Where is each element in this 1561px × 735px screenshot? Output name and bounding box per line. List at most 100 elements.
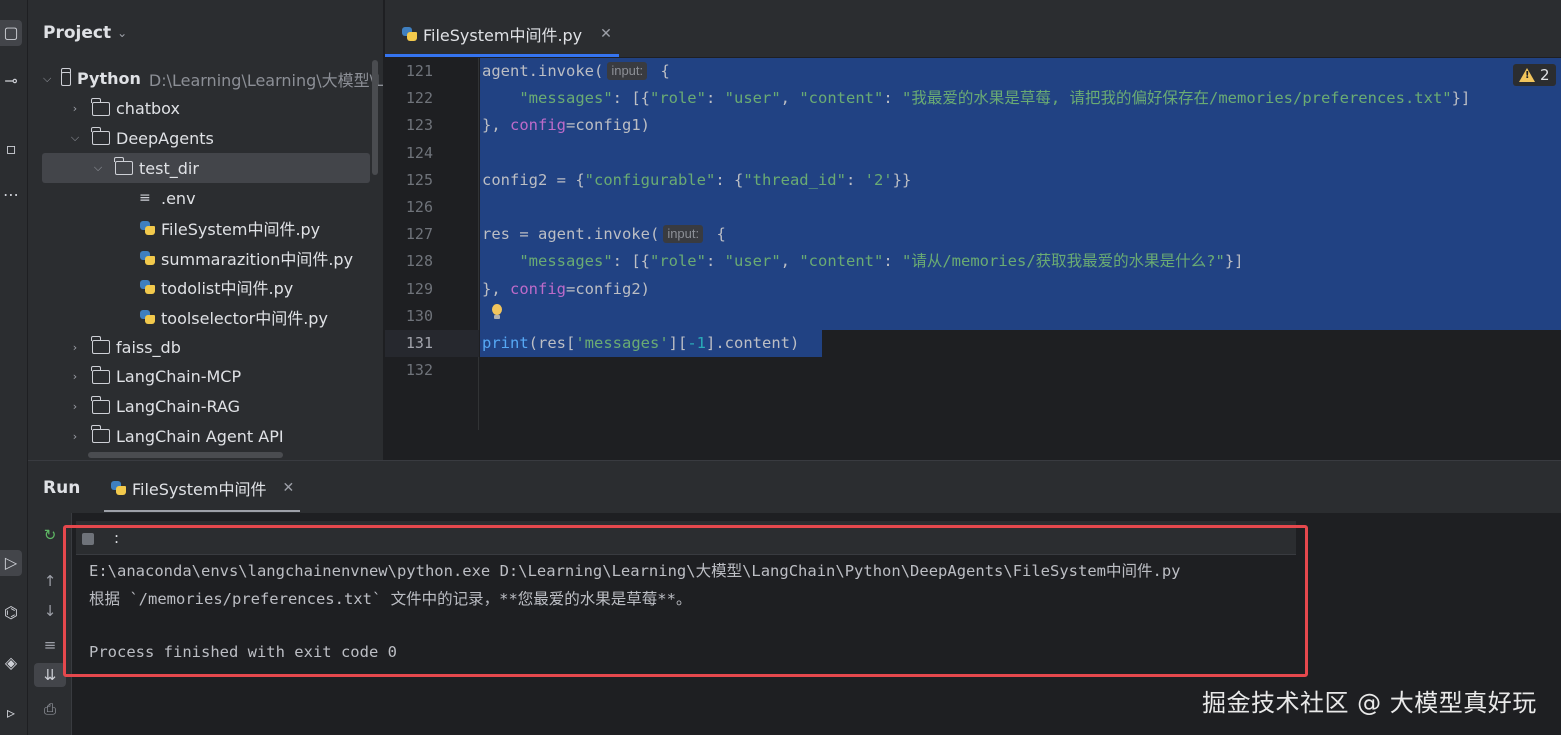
line-number: 124 <box>405 143 433 162</box>
chevron-down-icon[interactable]: ⌵ <box>68 131 82 145</box>
project-title[interactable]: Project ⌄ <box>43 22 127 44</box>
project-icon[interactable]: ▢ <box>0 20 22 46</box>
editor-bottom-area <box>385 430 1561 460</box>
tree-item[interactable]: ⌵ DeepAgents <box>28 124 383 154</box>
structure-icon[interactable]: ▫ <box>0 136 22 162</box>
tree-item-label: LangChain Agent API <box>116 426 284 446</box>
chevron-right-icon[interactable]: › <box>68 370 82 383</box>
run-tab-filesystem[interactable]: FileSystem中间件 ✕ <box>104 466 300 510</box>
tree-item-label: faiss_db <box>116 337 181 357</box>
tree-item[interactable]: › LangChain-RAG <box>28 392 383 422</box>
editor: FileSystem中间件.py ✕ 121 122 123 124 125 126 127… <box>385 0 1561 460</box>
chevron-down-icon[interactable]: ⌵ <box>91 161 105 175</box>
close-icon[interactable]: ✕ <box>282 480 294 496</box>
run-header: Run FileSystem中间件 ✕ <box>28 461 1561 513</box>
python-file-icon <box>139 279 155 295</box>
warnings-badge[interactable]: 2 <box>1513 64 1556 86</box>
tree-item-label: Python <box>77 69 141 89</box>
folder-icon <box>91 425 110 444</box>
commit-icon[interactable]: ⊸ <box>0 68 22 94</box>
activity-bar: ▢ ⊸ ▫ ⋯ ▷ ⌬ ◈ ▹ <box>0 0 28 735</box>
chevron-right-icon[interactable]: › <box>68 341 82 354</box>
line-number: 132 <box>405 361 433 380</box>
tree-item-label: .env <box>161 188 196 208</box>
line-number: 127 <box>405 225 433 244</box>
python-file-icon <box>139 309 155 325</box>
line-number: 122 <box>405 89 433 108</box>
tree-item[interactable]: ⌵ test_dir <box>42 153 370 184</box>
console-line: 根据 `/memories/preferences.txt` 文件中的记录，**… <box>89 590 692 608</box>
vertical-scrollbar[interactable] <box>372 60 378 175</box>
editor-tab-filesystem[interactable]: FileSystem中间件.py ✕ <box>385 12 619 56</box>
code-line-128: "messages": [{"role": "user", "content":… <box>519 252 1244 271</box>
line-number: 123 <box>405 116 433 135</box>
horizontal-scrollbar[interactable] <box>88 452 283 458</box>
code-line-127: res = agent.invoke(input: { <box>482 225 726 244</box>
folder-icon <box>91 395 110 414</box>
code-line-129: }, config=config2) <box>482 279 650 298</box>
folder-icon <box>91 365 110 384</box>
project-tree: ⌵ Python D:\Learning\Learning\大模型\L › chatbo… <box>28 64 384 452</box>
close-icon[interactable]: ✕ <box>600 26 612 42</box>
code-line-131: print(res['messages'][-1].content) <box>482 334 800 352</box>
tree-item[interactable]: ›≡.env <box>28 183 383 213</box>
tree-item[interactable]: › LangChain Agent API <box>28 422 383 452</box>
tree-item-label: toolselector中间件.py <box>161 309 328 329</box>
active-run-tab-indicator <box>104 510 300 512</box>
console-line: Process finished with exit code 0 <box>89 643 397 661</box>
inlay-hint: input: <box>607 62 648 80</box>
console-line: E:\anaconda\envs\langchainenvnew\python.… <box>89 562 1181 580</box>
rerun-icon[interactable]: ↻ <box>34 523 66 547</box>
tree-item-label: LangChain-MCP <box>116 367 242 387</box>
tree-item[interactable]: ›FileSystem中间件.py <box>28 213 383 243</box>
terminal-icon[interactable]: ▹ <box>0 700 22 726</box>
folder-icon <box>114 157 133 176</box>
console-toolbar: : <box>76 521 1296 555</box>
folder-icon <box>91 336 110 355</box>
chevron-right-icon[interactable]: › <box>68 400 82 413</box>
line-number: 126 <box>405 198 433 216</box>
arrow-up-icon[interactable]: ↑ <box>34 569 66 593</box>
stop-icon[interactable] <box>82 533 94 545</box>
scroll-to-end-icon[interactable]: ⇊ <box>34 663 66 687</box>
active-tab-indicator <box>385 54 619 57</box>
more-icon[interactable]: ⋯ <box>0 182 22 208</box>
folder-icon <box>91 127 110 146</box>
tree-item[interactable]: ⌵ Python D:\Learning\Learning\大模型\L <box>28 64 384 94</box>
tree-item[interactable]: › faiss_db <box>28 332 383 362</box>
tree-item[interactable]: ›toolselector中间件.py <box>28 302 383 332</box>
editor-tabbar: FileSystem中间件.py ✕ <box>385 0 1561 58</box>
soft-wrap-icon[interactable]: ≡ <box>34 633 66 657</box>
tree-root-path: D:\Learning\Learning\大模型\L <box>148 70 384 90</box>
run-toolbar: ↻ ↑ ↓ ≡ ⇊ ⎙ <box>28 513 72 735</box>
tree-item-label: todolist中间件.py <box>161 279 294 299</box>
tree-item-label: summarazition中间件.py <box>161 249 354 269</box>
line-number: 125 <box>405 170 433 189</box>
code-line-121: agent.invoke(input: { <box>482 62 670 80</box>
tree-item[interactable]: › chatbox <box>28 94 383 124</box>
line-number: 131 <box>405 334 433 352</box>
print-icon[interactable]: ⎙ <box>34 697 66 721</box>
lightbulb-icon[interactable] <box>490 303 504 321</box>
tree-item-label: test_dir <box>139 158 199 178</box>
chevron-right-icon[interactable]: › <box>68 430 82 443</box>
python-packages-icon[interactable]: ⌬ <box>0 600 22 626</box>
chevron-right-icon[interactable]: › <box>68 102 82 115</box>
run-title: Run <box>43 478 81 498</box>
python-file-icon <box>110 480 126 496</box>
warning-icon <box>1519 68 1535 82</box>
code-area[interactable]: agent.invoke(input: { "messages": [{"rol… <box>480 58 1561 430</box>
tree-item[interactable]: ›todolist中间件.py <box>28 273 383 303</box>
tree-item[interactable]: › LangChain-MCP <box>28 362 383 392</box>
tree-item-label: chatbox <box>116 99 180 119</box>
layers-icon[interactable]: ◈ <box>0 650 22 676</box>
tree-item[interactable]: ›summarazition中间件.py <box>28 243 383 273</box>
line-number-gutter: 121 122 123 124 125 126 127 128 129 130 131 132 <box>385 58 479 430</box>
tree-item-label: DeepAgents <box>116 128 214 148</box>
tree-item-label: FileSystem中间件.py <box>161 219 321 239</box>
arrow-down-icon[interactable]: ↓ <box>34 599 66 623</box>
tree-item-label: LangChain-RAG <box>116 397 241 417</box>
chevron-down-icon[interactable]: ⌵ <box>43 72 51 86</box>
run-icon[interactable]: ▷ <box>0 550 22 576</box>
code-line-122: "messages": [{"role": "user", "content":… <box>519 89 1471 108</box>
